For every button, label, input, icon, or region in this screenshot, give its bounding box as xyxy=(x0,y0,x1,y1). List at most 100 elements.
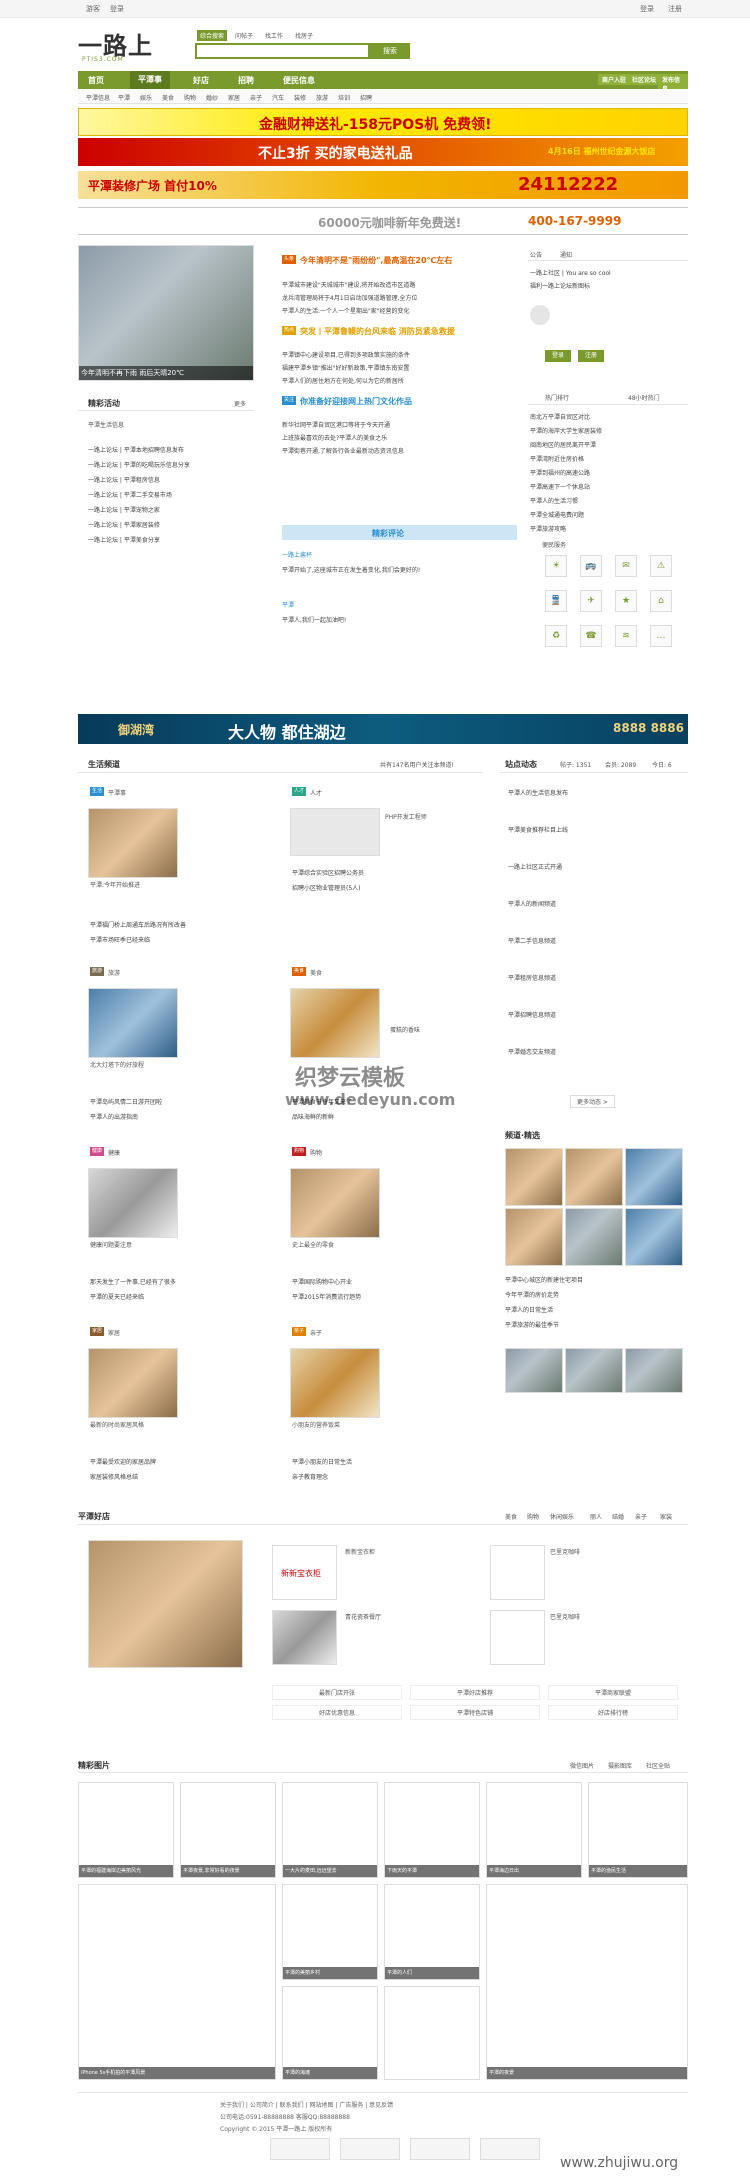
login-button[interactable]: 登录 xyxy=(545,350,571,362)
gallery-item[interactable]: 平潭的渔民生活 xyxy=(588,1782,688,1878)
shop-tag[interactable]: 丽人 xyxy=(590,1512,602,1521)
section-line[interactable]: 招聘小区物业管理员(5人) xyxy=(292,883,462,892)
section-caption[interactable]: 蛋糕的香味 xyxy=(390,1025,420,1034)
sidebar-item[interactable]: 一路上论坛 | 平潭二手交易市场 xyxy=(88,490,254,499)
nav-shops[interactable]: 好店 xyxy=(193,75,209,86)
gallery-tab[interactable]: 摄影图库 xyxy=(608,1761,632,1770)
station-item[interactable]: 平潭二手信息频道 xyxy=(508,936,678,945)
section-caption[interactable]: 平潭:今年开始推进 xyxy=(90,880,140,889)
headline-slider[interactable]: 今年清明不再下雨 雨后天晴20℃ xyxy=(78,245,254,381)
news-line[interactable]: 平潭街巷开通,了解各行各业最新动态资讯信息 xyxy=(282,446,512,455)
section-line[interactable]: 平潭市场旺季已经来临 xyxy=(90,935,240,944)
section-photo[interactable] xyxy=(88,1168,178,1238)
hot-item[interactable]: 南北方平潭自贸区对比 xyxy=(530,412,685,421)
gallery-item[interactable]: iPhone 5s手机拍的平潭风景 xyxy=(78,1884,276,2080)
shop-tag[interactable]: 亲子 xyxy=(635,1512,647,1521)
shop-tag[interactable]: 休闲娱乐 xyxy=(550,1512,574,1521)
shop-link[interactable]: 最新门店开张 xyxy=(272,1685,402,1700)
footer-badge-icon[interactable] xyxy=(410,2138,470,2160)
shop-tag[interactable]: 家装 xyxy=(660,1512,672,1521)
section-line[interactable]: 那天发生了一件事,已经有了很多 xyxy=(90,1277,240,1286)
section-caption[interactable]: 小朋友的营养饭菜 xyxy=(292,1420,340,1429)
shop-logo[interactable]: 新新宝衣柜 xyxy=(272,1545,337,1600)
more-icon[interactable]: … xyxy=(650,625,672,647)
bus-icon[interactable]: 🚌 xyxy=(580,555,602,577)
hot-item[interactable]: 平潭旅游攻略 xyxy=(530,524,685,533)
footer-badge-icon[interactable] xyxy=(270,2138,330,2160)
headline-1[interactable]: 今年清明不是"雨纷纷",最高温在20℃左右 xyxy=(300,255,520,266)
subnav-item[interactable]: 购物 xyxy=(184,93,196,102)
subnav-item[interactable]: 婚纱 xyxy=(206,93,218,102)
section-line[interactable]: 平潭小朋友的日常生活 xyxy=(292,1457,462,1466)
gallery-tab[interactable]: 微信图片 xyxy=(570,1761,594,1770)
channel-item[interactable]: 平潭旅游的最佳季节 xyxy=(505,1320,685,1329)
hot-title-48h[interactable]: 48小时热门 xyxy=(628,393,660,402)
gallery-tab[interactable]: 社区全贴 xyxy=(646,1761,670,1770)
subnav-item[interactable]: 平潭信息 xyxy=(86,93,110,102)
section-name[interactable]: 亲子 xyxy=(310,1328,322,1337)
station-item[interactable]: 平潭租房信息频道 xyxy=(508,973,678,982)
activity-more[interactable]: 更多 xyxy=(234,399,246,408)
section-line[interactable]: 平潭岛屿风情二日游开团啦 xyxy=(90,1097,240,1106)
gallery-item[interactable]: 平潭的夜景 xyxy=(486,1884,688,2080)
gallery-item[interactable]: 平潭的美丽乡村 xyxy=(282,1884,378,1980)
shop-link[interactable]: 好店排行榜 xyxy=(548,1705,678,1720)
gallery-item[interactable]: 一大片的麦田,远远望去 xyxy=(282,1782,378,1878)
section-caption[interactable]: PHP开发工程师 xyxy=(385,812,427,821)
section-name[interactable]: 家居 xyxy=(108,1328,120,1337)
express-icon[interactable]: ✉ xyxy=(615,555,637,577)
station-item[interactable]: 一路上社区正式开通 xyxy=(508,862,678,871)
news-line[interactable]: 福建平潭乡镇"推出"好好新政策,平潭镇东南安置 xyxy=(282,363,512,372)
top-register[interactable]: 注册 xyxy=(668,4,682,14)
section-caption[interactable]: 最新的时尚家居风格 xyxy=(90,1420,144,1429)
section-photo[interactable] xyxy=(290,1348,380,1418)
shop-main-photo[interactable] xyxy=(88,1540,243,1668)
section-line[interactable]: 家居装修风格总结 xyxy=(90,1472,240,1481)
top-login-link[interactable]: 登录 xyxy=(110,4,124,14)
train-icon[interactable]: 🚆 xyxy=(545,590,567,612)
channel-photo[interactable] xyxy=(565,1208,623,1266)
subnav-item[interactable]: 家居 xyxy=(228,93,240,102)
gallery-item[interactable]: 平潭的人们 xyxy=(384,1884,480,1980)
channel-photo[interactable] xyxy=(505,1148,563,1206)
shop-link[interactable]: 好店优惠信息 xyxy=(272,1705,402,1720)
news-line[interactable]: 上班族最喜欢的去处?平潭人的美食之乐 xyxy=(282,433,512,442)
station-more-button[interactable]: 更多动态 > xyxy=(570,1095,615,1108)
search-tab-house[interactable]: 找房子 xyxy=(292,30,316,41)
section-photo[interactable] xyxy=(88,808,178,878)
banner-ad-appliance[interactable]: 不止3折 买的家电送礼品 4月16日 福州世纪金源大饭店 xyxy=(78,138,688,166)
search-input[interactable] xyxy=(195,43,370,59)
section-name[interactable]: 健康 xyxy=(108,1148,120,1157)
hot-item[interactable]: 平潭人的生活习惯 xyxy=(530,496,685,505)
sidebar-item[interactable]: 一路上论坛 | 平潭家居装修 xyxy=(88,520,254,529)
shop-tag[interactable]: 美食 xyxy=(505,1512,517,1521)
shop-logo[interactable] xyxy=(490,1610,545,1665)
search-tab-job[interactable]: 找工作 xyxy=(262,30,286,41)
channel-photo[interactable] xyxy=(625,1208,683,1266)
sidebar-item[interactable]: 一路上论坛 | 平潭的吃喝玩乐信息分享 xyxy=(88,460,254,469)
subnav-item[interactable]: 汽车 xyxy=(272,93,284,102)
nav-home[interactable]: 首页 xyxy=(88,75,104,86)
section-line[interactable]: 亲子教育理念 xyxy=(292,1472,462,1481)
section-name[interactable]: 平潭事 xyxy=(108,788,126,797)
banner-ad-lakeside[interactable]: 御湖湾 大人物 都住湖边 8888 8886 xyxy=(78,714,688,744)
weather-icon[interactable]: ☀ xyxy=(545,555,567,577)
subnav-item[interactable]: 旅游 xyxy=(316,93,328,102)
channel-photo[interactable] xyxy=(505,1208,563,1266)
section-caption[interactable]: 北大灯塔下的好旅程 xyxy=(90,1060,144,1069)
shop-tag[interactable]: 购物 xyxy=(527,1512,539,1521)
footer-badge-icon[interactable] xyxy=(340,2138,400,2160)
top-login-right[interactable]: 登录 xyxy=(640,4,654,14)
subnav-item[interactable]: 亲子 xyxy=(250,93,262,102)
comment-user[interactable]: 一路上酱杯 xyxy=(282,550,312,559)
headline-3[interactable]: 你准备好迎接网上热门文化作品 xyxy=(300,396,520,407)
register-button[interactable]: 注册 xyxy=(578,350,604,362)
subnav-item[interactable]: 平潭 xyxy=(118,93,130,102)
footer-links[interactable]: 关于我们 | 公司简介 | 联系我们 | 网站地图 | 广告服务 | 意见反馈 xyxy=(220,2100,393,2109)
hot-item[interactable]: 平潭湾附近住房价格 xyxy=(530,454,685,463)
hot-title[interactable]: 热门排行 xyxy=(545,393,569,402)
sidebar-item[interactable]: 一路上论坛 | 平潭美食分享 xyxy=(88,535,254,544)
site-logo[interactable]: 一路上 PTIS3.COM xyxy=(78,26,160,63)
section-line[interactable]: 平潭综合实验区招聘公务员 xyxy=(292,868,462,877)
headline-2[interactable]: 突发丨平潭鲁鳗的台风来临 消防员紧急救援 xyxy=(300,326,520,337)
